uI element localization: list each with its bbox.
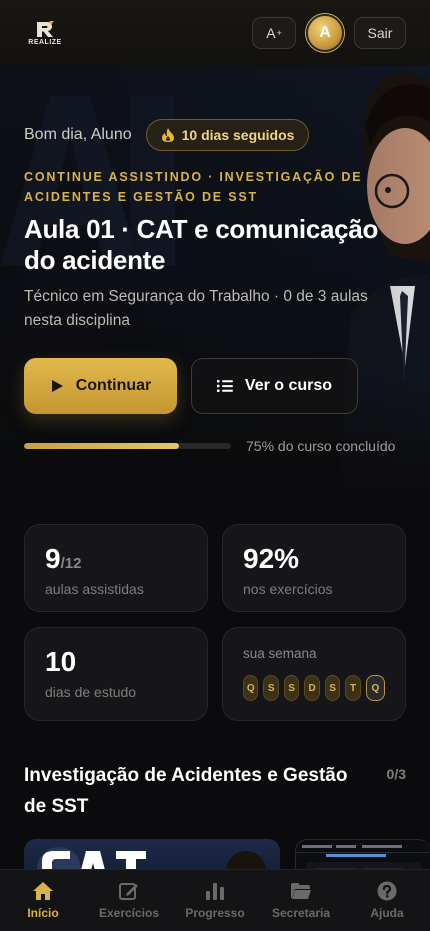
lessons-total: /12 xyxy=(60,555,82,572)
exercises-label: nos exercícios xyxy=(243,581,333,597)
realize-logo[interactable]: REALIZE xyxy=(22,20,68,46)
week-day: S xyxy=(324,675,341,701)
avatar-initial: A xyxy=(319,24,331,41)
app-header: REALIZE A + A Sair xyxy=(0,0,430,66)
week-label: sua semana xyxy=(243,646,317,661)
logout-button[interactable]: Sair xyxy=(354,17,406,49)
lessons-watched: 9 xyxy=(45,543,61,574)
week-day: D xyxy=(304,675,320,701)
continue-watching-kicker: Continue assistindo · Investigação de Ac… xyxy=(24,170,363,204)
list-icon xyxy=(216,380,233,392)
nav-label: Secretaria xyxy=(271,906,331,920)
nav-label: Exercícios xyxy=(98,906,160,920)
section-count: 0/3 xyxy=(386,766,406,782)
view-course-label: Ver o curso xyxy=(244,377,333,394)
stat-lessons-card: 9/12 aulas assistidas xyxy=(24,524,208,612)
nav-label: Ajuda xyxy=(370,906,404,920)
section-title: Investigação de Acidentes e Gestão de SS… xyxy=(24,765,348,817)
greeting-text: Bom dia, Aluno xyxy=(24,126,132,143)
font-size-plus: + xyxy=(276,28,282,38)
logo-text: REALIZE xyxy=(28,39,62,46)
week-day-today: Q xyxy=(365,675,386,701)
stat-exercises-card: 92% nos exercícios xyxy=(222,524,406,612)
week-day: S xyxy=(263,675,279,701)
progress-label: 75% do curso concluído xyxy=(246,438,396,454)
font-size-label: A xyxy=(266,25,276,41)
bar-chart-icon xyxy=(206,883,224,900)
week-day: Q xyxy=(243,675,259,701)
lesson-subtitle: Técnico em Segurança do Trabalho · 0 de … xyxy=(24,288,368,329)
avatar[interactable]: A xyxy=(306,14,344,52)
view-course-button[interactable]: Ver o curso xyxy=(191,358,358,414)
week-days: Q S S D S T Q xyxy=(243,675,386,701)
lessons-label: aulas assistidas xyxy=(45,581,144,597)
nav-item-progresso[interactable]: Progresso xyxy=(172,870,258,931)
hero-actions: Continuar Ver o curso xyxy=(24,358,406,414)
study-days-label: dias de estudo xyxy=(45,684,137,700)
continue-button[interactable]: Continuar xyxy=(24,358,177,414)
study-days: 10 xyxy=(45,646,77,677)
streak-text: 10 dias seguidos xyxy=(181,127,295,143)
flame-icon xyxy=(161,128,174,142)
nav-label: Início xyxy=(27,906,59,920)
week-card: sua semana Q S S D S T Q xyxy=(222,627,406,721)
greeting-row: Bom dia, Aluno 10 dias seguidos xyxy=(24,119,406,151)
exercises-percent: 92% xyxy=(243,543,300,574)
nav-item-exercicios[interactable]: Exercícios xyxy=(86,870,172,931)
course-progress: 75% do curso concluído xyxy=(24,438,406,454)
folder-icon xyxy=(291,883,311,899)
streak-badge: 10 dias seguidos xyxy=(145,119,310,151)
home-icon xyxy=(33,882,53,900)
play-icon xyxy=(51,380,63,392)
nav-item-secretaria[interactable]: Secretaria xyxy=(258,870,344,931)
font-size-button[interactable]: A + xyxy=(252,17,296,49)
nav-item-inicio[interactable]: Início xyxy=(0,870,86,931)
progress-track xyxy=(24,443,231,449)
week-day: T xyxy=(345,675,361,701)
nav-item-ajuda[interactable]: Ajuda xyxy=(344,870,430,931)
stat-study-days-card: 10 dias de estudo xyxy=(24,627,208,721)
bottom-navigation: Início Exercícios Progresso Secretaria A… xyxy=(0,869,430,931)
logo-mark-icon xyxy=(37,21,54,37)
lesson-title: Aula 01 · CAT e comunicação do acidente xyxy=(24,214,379,275)
help-icon xyxy=(377,881,397,901)
progress-fill xyxy=(24,443,180,449)
week-day: S xyxy=(283,675,300,701)
continue-label: Continuar xyxy=(75,377,152,394)
edit-icon xyxy=(119,883,138,900)
nav-label: Progresso xyxy=(185,906,245,920)
